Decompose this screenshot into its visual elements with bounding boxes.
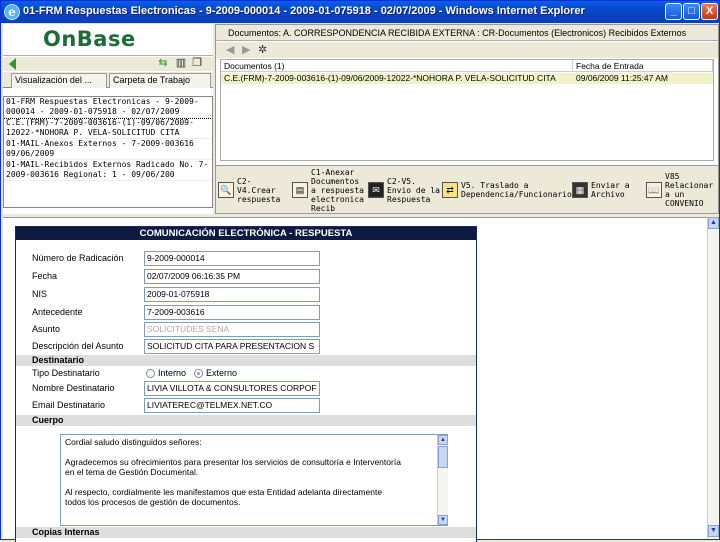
antecedente-field[interactable]: 7-2009-003616 [144,305,320,320]
action-label: V85 Relacionar a un CONVENIO [665,172,714,208]
scroll-down-icon[interactable]: ▼ [438,515,448,525]
action-envio-respuesta[interactable]: ✉ C2-V5. Envio de la Respuesta [368,170,440,210]
document-list: 01-FRM Respuestas Electronicas - 9-2009-… [3,96,213,208]
field-row: Antecedente 7-2009-003616 [16,304,476,321]
scroll-up-icon[interactable]: ▲ [438,435,448,445]
send-response-icon: ✉ [368,182,384,198]
sync-arrows-icon[interactable]: ⇆ [157,57,169,69]
action-crear-respuesta[interactable]: 🔍 C2- V4.Crear respuesta [218,170,280,210]
title-bar[interactable]: e 01-FRM Respuestas Electronicas - 9-200… [1,1,719,23]
maximize-button[interactable]: □ [683,3,700,20]
section-copias-internas: Copias Internas [16,527,476,538]
field-label: Número de Radicación [32,253,124,263]
page-scrollbar[interactable]: ▲ ▼ [707,217,719,539]
page-scroll-up-icon[interactable]: ▲ [708,217,719,229]
transfer-icon: ⇄ [442,182,458,198]
scroll-thumb[interactable] [438,446,448,468]
next-icon[interactable]: ▶ [242,44,250,56]
field-row: Email Destinatario LIVIATEREC@TELMEX.NET… [16,397,476,414]
form-area: COMUNICACIÓN ELECTRÓNICA - RESPUESTA Núm… [3,217,707,542]
action-label: C2- V4.Crear respuesta [237,176,281,204]
cuerpo-scrollbar[interactable]: ▲ ▼ [437,435,448,525]
left-tabs: Visualización del ... Carpeta de Trabajo [3,72,213,88]
tab-visualizacion[interactable]: Visualización del ... [11,73,107,88]
field-label: Antecedente [32,307,83,317]
minimize-button[interactable]: _ [665,3,682,20]
field-row: Nombre Destinatario LIVIA VILLOTA & CONS… [16,380,476,397]
table-row-date[interactable]: 09/06/2009 11:25:47 AM [573,73,713,84]
field-row: NIS 2009-01-075918 [16,286,476,303]
left-toolbar: ⇆ ▥ ❐ [3,57,213,71]
action-bar: 🔍 C2- V4.Crear respuesta ▤ C1-Anexar Doc… [216,165,718,213]
action-traslado[interactable]: ⇄ V5. Traslado a Dependencia/Funcionario [442,170,572,210]
action-label: C2-V5. Envio de la Respuesta [387,176,440,204]
field-label: Asunto [32,324,61,334]
action-label: Enviar a Archivo [591,181,630,199]
documents-table: Documentos (1) Fecha de Entrada C.E.(FRM… [220,59,714,161]
radicacion-field[interactable]: 9-2009-000014 [144,251,320,266]
radio-interno[interactable] [146,369,155,378]
section-cuerpo: Cuerpo [16,415,476,426]
right-pane: Documentos: A. CORRESPONDENCIA RECIBIDA … [215,24,719,214]
field-label: Fecha [32,271,58,281]
left-pane: OnBase ⇆ ▥ ❐ Visualización del ... Carpe… [3,24,213,214]
field-label: Nombre Destinatario [32,383,115,393]
prev-icon[interactable]: ◀ [226,44,234,56]
magnifier-document-icon: 🔍 [218,182,234,198]
field-row: Número de Radicación 9-2009-000014 [16,250,476,267]
table-row-document[interactable]: C.E.(FRM)-7-2009-003616-(1)-09/06/2009-1… [221,73,573,84]
split-view-icon[interactable]: ▥ [175,57,187,69]
cuerpo-text: Cordial saludo distinguidos señores: Agr… [65,437,401,507]
asunto-field[interactable]: SOLICITUDES SENA [144,322,320,337]
page-scroll-down-icon[interactable]: ▼ [708,525,719,537]
nav-row: ◀ ▶ ✲ [216,42,718,58]
cuerpo-textarea[interactable]: Cordial saludo distinguidos señores: Agr… [60,434,448,526]
action-relacionar-convenio[interactable]: 📖 V85 Relacionar a un CONVENIO [646,170,713,210]
field-label: Tipo Destinatario [32,368,100,378]
attach-documents-icon: ▤ [292,182,308,198]
fecha-field[interactable]: 02/07/2009 06:16:35 PM [144,269,320,284]
new-window-icon[interactable]: ❐ [191,57,203,69]
gear-icon[interactable]: ✲ [258,44,267,56]
field-label: NIS [32,289,48,299]
descripcion-asunto-field[interactable]: SOLICITUD CITA PARA PRESENTACION S [144,339,320,354]
browser-window: e 01-FRM Respuestas Electronicas - 9-200… [0,0,720,542]
radio-label-externo: Externo [206,368,238,378]
field-row: Fecha 02/07/2009 06:16:35 PM [16,268,476,285]
onbase-logo: OnBase [43,27,136,51]
tab-carpeta-trabajo[interactable]: Carpeta de Trabajo [109,73,211,88]
radio-label-interno: Interno [158,368,187,378]
back-arrow-icon[interactable] [9,58,16,70]
column-header-date[interactable]: Fecha de Entrada [573,60,713,72]
list-item[interactable]: 01-MAIL-Recibidos Externos Radicado No. … [4,160,212,181]
archive-icon: ▦ [572,182,588,198]
field-row: Descripción del Asunto SOLICITUD CITA PA… [16,338,476,355]
nis-field[interactable]: 2009-01-075918 [144,287,320,302]
field-label: Descripción del Asunto [32,341,124,351]
field-label: Email Destinatario [32,400,106,410]
action-label: V5. Traslado a Dependencia/Funcionario [461,181,572,199]
list-item[interactable]: C.E.(FRM)-7-2009-003616-(1)-09/06/2009-1… [4,118,212,139]
window-title: 01-FRM Respuestas Electronicas - 9-2009-… [23,5,585,17]
column-header-documents[interactable]: Documentos (1) [221,60,573,72]
open-book-icon: 📖 [646,182,662,198]
nombre-destinatario-field[interactable]: LIVIA VILLOTA & CONSULTORES CORPOF [144,381,320,396]
response-form: COMUNICACIÓN ELECTRÓNICA - RESPUESTA Núm… [15,226,477,542]
list-item[interactable]: 01-MAIL-Anexos Externos - 7-2009-003616 … [4,139,212,160]
email-destinatario-field[interactable]: LIVIATEREC@TELMEX.NET.CO [144,398,320,413]
field-row: Asunto SOLICITUDES SENA [16,321,476,338]
action-label: C1-Anexar Documentos a respuesta electro… [311,167,364,213]
action-anexar-documentos[interactable]: ▤ C1-Anexar Documentos a respuesta elect… [292,167,364,213]
form-title: COMUNICACIÓN ELECTRÓNICA - RESPUESTA [16,227,476,240]
close-button[interactable]: X [701,3,718,20]
list-item[interactable]: 01-FRM Respuestas Electronicas - 9-2009-… [4,97,212,119]
documents-header: Documentos: A. CORRESPONDENCIA RECIBIDA … [216,25,718,41]
action-enviar-archivo[interactable]: ▦ Enviar a Archivo [572,170,630,210]
radio-externo[interactable] [194,369,203,378]
internet-explorer-icon: e [4,4,20,20]
logo-area: OnBase [3,24,213,56]
